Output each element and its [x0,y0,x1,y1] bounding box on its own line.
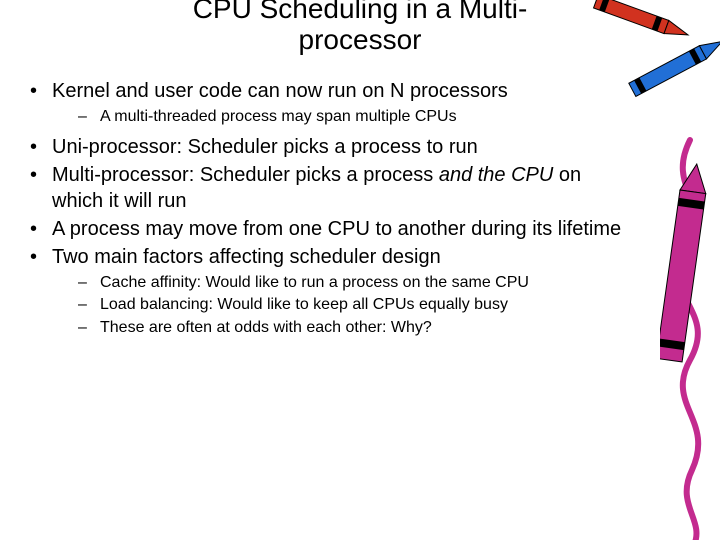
bullet-text: Two main factors affecting scheduler des… [52,246,441,268]
bullet-text: Kernel and user code can now run on N pr… [52,80,508,102]
bullet-item: Uni-processor: Scheduler picks a process… [24,134,630,160]
sub-bullet-item: Cache affinity: Would like to run a proc… [52,272,630,294]
sub-bullet-text: A multi-threaded process may span multip… [100,108,457,125]
bullet-text: A process may move from one CPU to anoth… [52,218,621,240]
sub-bullet-text: Load balancing: Would like to keep all C… [100,296,508,313]
sub-bullet-text: Cache affinity: Would like to run a proc… [100,274,529,291]
bullet-item: Two main factors affecting scheduler des… [24,244,630,339]
bullet-text-italic: and the CPU [439,164,554,186]
bullet-item: Multi-processor: Scheduler picks a proce… [24,162,630,214]
slide-title: CPU Scheduling in a Multi- processor [0,0,720,56]
sub-bullet-text: These are often at odds with each other:… [100,319,432,336]
bullet-text-part: Multi-processor: Scheduler picks a proce… [52,164,439,186]
sub-bullet-item: Load balancing: Would like to keep all C… [52,294,630,316]
slide: CPU Scheduling in a Multi- processor Ker… [0,0,720,540]
sub-bullet-item: A multi-threaded process may span multip… [52,106,630,128]
title-line-2: processor [0,25,720,56]
bullet-item: A process may move from one CPU to anoth… [24,216,630,242]
title-line-1: CPU Scheduling in a Multi- [193,0,528,24]
bullet-item: Kernel and user code can now run on N pr… [24,78,630,128]
crayon-side-decoration [660,130,720,540]
bullet-text: Uni-processor: Scheduler picks a process… [52,136,478,158]
slide-body: Kernel and user code can now run on N pr… [24,78,630,344]
sub-bullet-item: These are often at odds with each other:… [52,317,630,339]
